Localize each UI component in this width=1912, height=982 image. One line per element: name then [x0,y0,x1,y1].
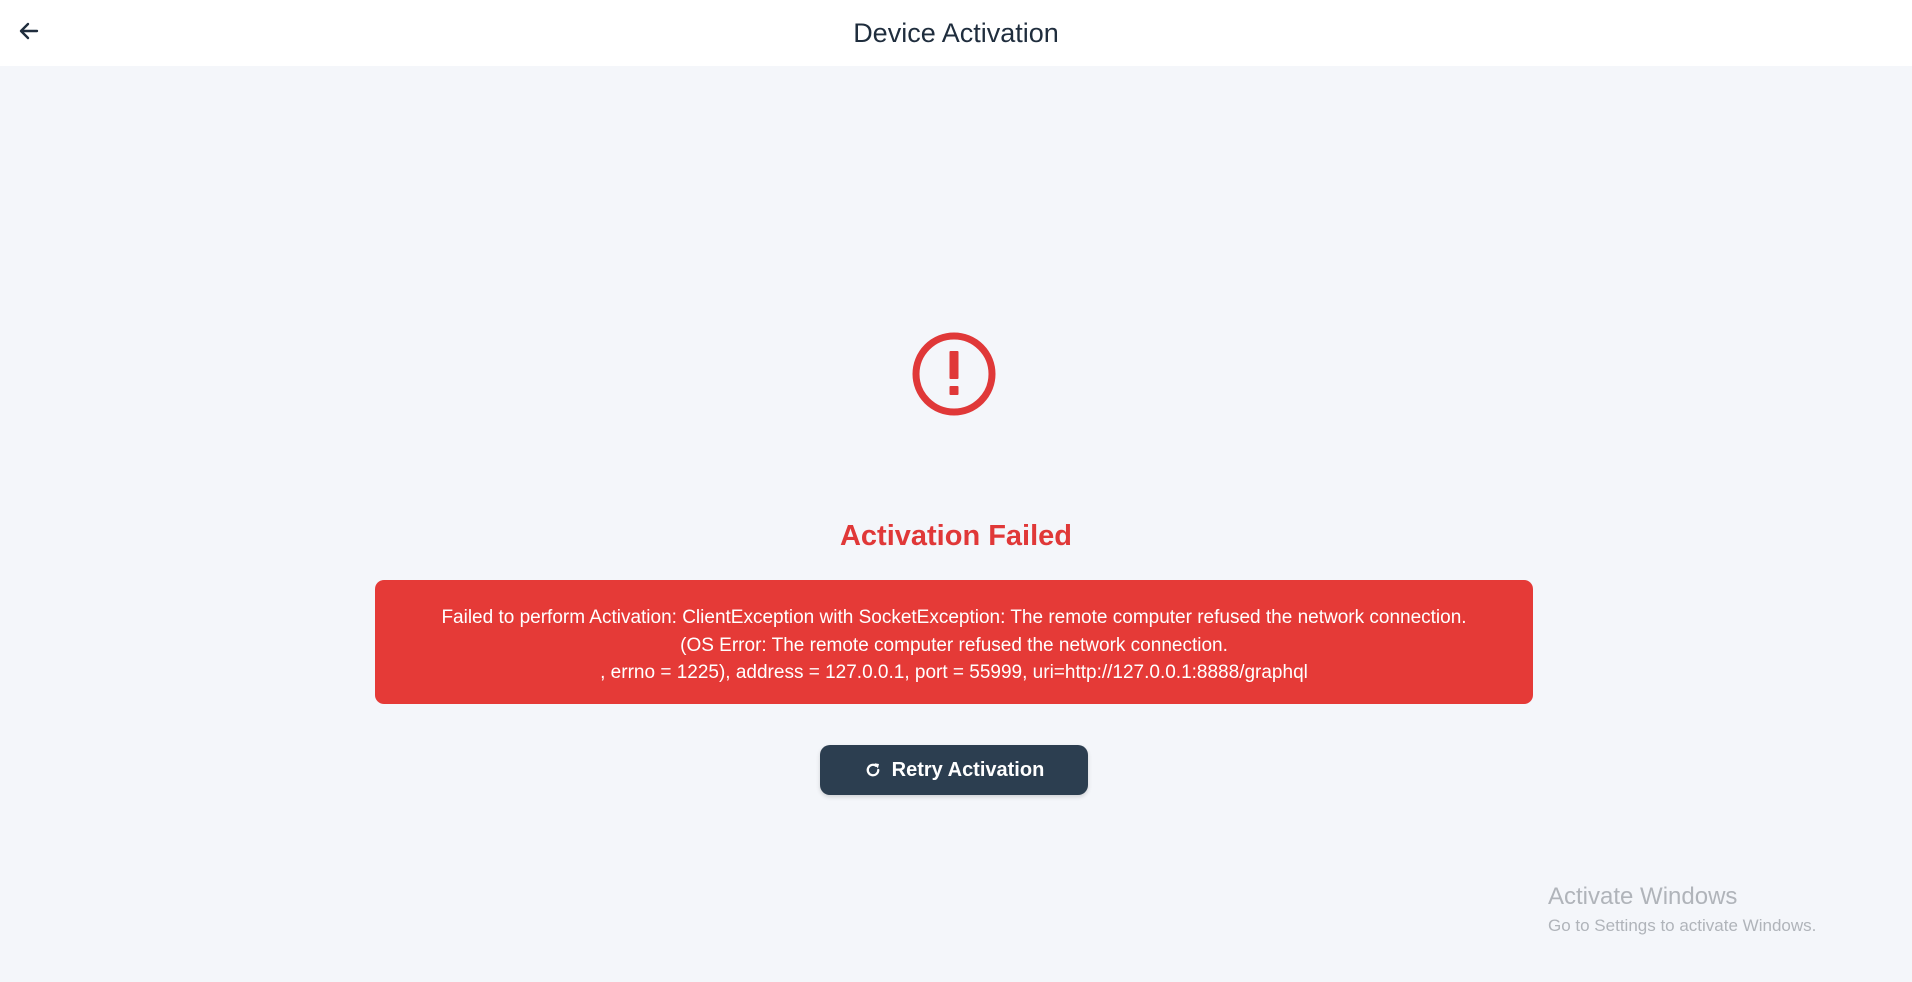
arrow-left-icon [19,22,39,40]
app-bar: Device Activation [0,0,1912,66]
retry-activation-label: Retry Activation [891,758,1045,781]
main-content: Activation Failed Failed to perform Acti… [0,66,1912,982]
back-button[interactable] [10,12,48,50]
retry-activation-button[interactable]: Retry Activation [820,745,1088,795]
watermark-subtitle: Go to Settings to activate Windows. [1548,916,1817,935]
error-message-box: Failed to perform Activation: ClientExce… [375,580,1533,704]
error-exclamation-icon [912,332,996,416]
error-message-line: (OS Error: The remote computer refused t… [680,634,1228,656]
error-message-line: Failed to perform Activation: ClientExce… [441,607,1467,628]
refresh-icon [864,761,882,779]
page-title: Device Activation [853,18,1059,48]
watermark-title: Activate Windows [1548,883,1738,910]
windows-activation-watermark: Activate Windows Go to Settings to activ… [1548,882,1816,938]
status-title: Activation Failed [839,520,1073,552]
error-message-line: , errno = 1225), address = 127.0.0.1, po… [600,662,1308,683]
